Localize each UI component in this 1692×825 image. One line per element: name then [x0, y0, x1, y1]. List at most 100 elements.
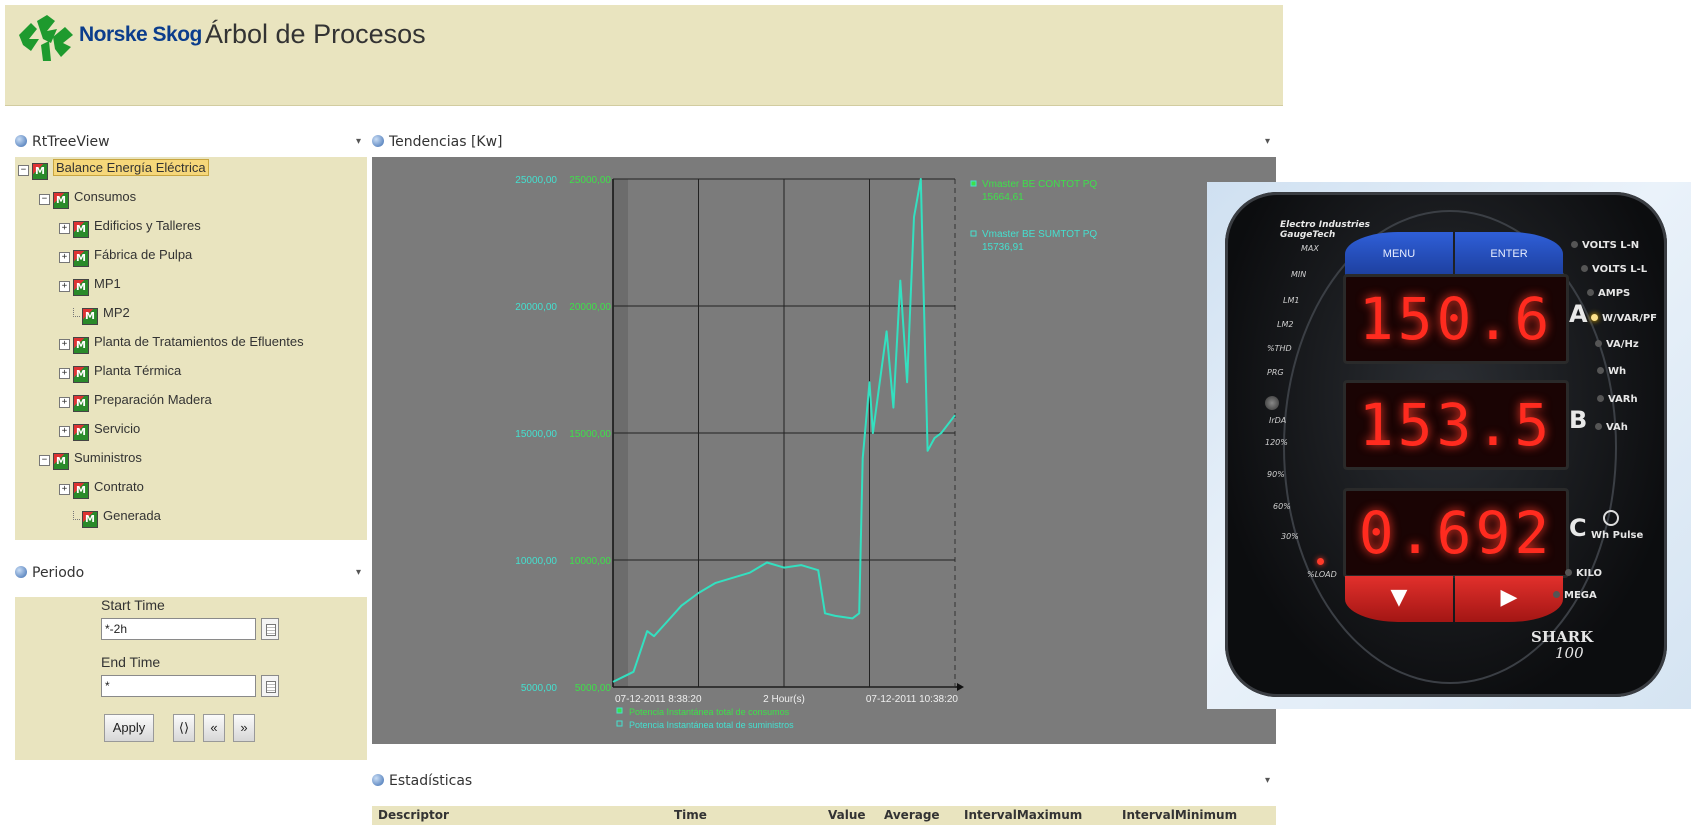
col-time[interactable]: Time [674, 806, 707, 825]
down-button[interactable]: ▼ [1345, 576, 1453, 622]
tree-toggle-icon[interactable]: + [59, 397, 70, 408]
left-label-load: %LOAD [1307, 570, 1337, 579]
tree-node-icon: M [73, 395, 89, 412]
tree-item-label: Consumos [74, 189, 137, 204]
tree-item-label: Servicio [94, 421, 141, 436]
cycle-period-button[interactable]: ⟨⟩ [173, 714, 195, 742]
tree-panel: − M Balance Energía Eléctrica − M Consumos +… [15, 157, 367, 540]
col-value[interactable]: Value [828, 806, 866, 825]
period-back-button[interactable]: « [203, 714, 225, 742]
tree-item-suministros[interactable]: − M Suministros [39, 447, 142, 470]
tree-item-generada[interactable]: M Generada [73, 505, 161, 528]
tree-node-icon: M [32, 163, 48, 180]
x-start-label: 07-12-2011 8:38:20 [615, 694, 702, 705]
tree-item-balance[interactable]: − M Balance Energía Eléctrica [18, 157, 209, 180]
panel-menu-icon[interactable]: ▾ [1265, 770, 1270, 792]
panel-globe-icon [372, 135, 384, 147]
legend-value: 15664,61 [982, 192, 1024, 203]
brand-name: Norske Skog [79, 23, 202, 46]
left-label-max: MAX [1301, 244, 1319, 253]
legend-tag-swatch [970, 230, 977, 237]
trend-chart[interactable]: 25000,00 25000,00 20000,00 20000,00 15000,00… [372, 157, 1276, 744]
led-icon [1597, 367, 1604, 374]
tree-panel-title: RtTreeView [32, 134, 110, 150]
apply-button[interactable]: Apply [104, 714, 154, 742]
tree-item-preparacion-madera[interactable]: + M Preparación Madera [59, 389, 212, 412]
page-title: Árbol de Procesos [205, 19, 426, 49]
tree-item-label: MP2 [103, 305, 130, 320]
period-forward-button[interactable]: » [233, 714, 255, 742]
panel-globe-icon [15, 566, 27, 578]
tree-item-mp2[interactable]: M MP2 [73, 302, 130, 325]
y-tick-label-secondary: 5000,00 [575, 683, 612, 694]
panel-menu-icon[interactable]: ▾ [356, 562, 361, 584]
tree-item-contrato[interactable]: + M Contrato [59, 476, 144, 499]
legend-series-name: Potencia Instantánea total de consumos [629, 707, 790, 717]
col-interval-minimum[interactable]: IntervalMinimum [1122, 806, 1237, 825]
legend-swatch [616, 707, 623, 714]
y-tick-label-secondary: 15000,00 [569, 429, 611, 440]
col-descriptor[interactable]: Descriptor [378, 806, 449, 825]
panel-menu-icon[interactable]: ▾ [356, 131, 361, 153]
tree-toggle-icon[interactable]: − [18, 165, 29, 176]
tree-toggle-icon[interactable]: + [59, 426, 70, 437]
y-tick-label: 15000,00 [515, 429, 557, 440]
stats-panel-header: Estadísticas ▾ [372, 770, 1276, 792]
panel-menu-icon[interactable]: ▾ [1265, 131, 1270, 153]
left-label-thd: %THD [1267, 344, 1292, 353]
period-panel-title: Periodo [32, 565, 85, 581]
start-time-label: Start Time [101, 597, 165, 613]
mode-va-hz: VA/Hz [1595, 339, 1639, 350]
start-calendar-icon[interactable] [261, 618, 279, 640]
mode-volts-ln: VOLTS L-N [1571, 240, 1639, 251]
y-tick-label: 20000,00 [515, 302, 557, 313]
tree-toggle-icon[interactable]: + [59, 368, 70, 379]
tree-item-servicio[interactable]: + M Servicio [59, 418, 141, 441]
right-button[interactable]: ▶ [1455, 576, 1563, 622]
panel-globe-icon [372, 774, 384, 786]
tree-toggle-icon[interactable]: + [59, 223, 70, 234]
menu-button[interactable]: MENU [1345, 232, 1453, 276]
led-icon [1595, 423, 1602, 430]
tree-item-mp1[interactable]: + M MP1 [59, 273, 121, 296]
tree-toggle-icon[interactable]: + [59, 484, 70, 495]
tree-item-label: Balance Energía Eléctrica [53, 159, 209, 176]
tree-toggle-icon[interactable]: − [39, 194, 50, 205]
legend-tag-swatch [970, 180, 977, 187]
y-tick-label-secondary: 25000,00 [569, 175, 611, 186]
mode-w-var-pf: W/VAR/PF [1591, 313, 1657, 324]
display-a: 150.6 [1343, 274, 1569, 364]
left-label-prg: PRG [1267, 368, 1284, 377]
end-time-input[interactable]: * [101, 675, 256, 697]
tree-node-icon: M [53, 192, 69, 209]
model-number: 100 [1555, 644, 1584, 662]
mode-wh: Wh [1597, 366, 1626, 377]
col-interval-maximum[interactable]: IntervalMaximum [964, 806, 1082, 825]
left-label-120: 120% [1265, 438, 1288, 447]
tree-item-planta-efluentes[interactable]: + M Planta de Tratamientos de Efluentes [59, 331, 304, 354]
led-icon [1571, 241, 1578, 248]
meter-brand: Electro Industries GaugeTech [1280, 220, 1370, 240]
enter-button[interactable]: ENTER [1455, 232, 1563, 276]
tree-node-icon: M [73, 424, 89, 441]
tree-item-consumos[interactable]: − M Consumos [39, 186, 137, 209]
end-calendar-icon[interactable] [261, 675, 279, 697]
start-time-input[interactable]: *-2h [101, 618, 256, 640]
tree-toggle-icon[interactable]: + [59, 252, 70, 263]
x-axis-arrow [957, 683, 964, 691]
mode-vah: VAh [1595, 422, 1628, 433]
x-span-label: 2 Hour(s) [763, 694, 805, 705]
tree-toggle-icon[interactable]: + [59, 339, 70, 350]
tree-node-icon: M [73, 279, 89, 296]
legend-value: 15736,91 [982, 242, 1024, 253]
tree-item-fabrica-pulpa[interactable]: + M Fábrica de Pulpa [59, 244, 192, 267]
tree-toggle-icon[interactable]: − [39, 455, 50, 466]
mode-amps: AMPS [1587, 288, 1630, 299]
tree-item-edificios[interactable]: + M Edificios y Talleres [59, 215, 201, 238]
tree-toggle-icon[interactable]: + [59, 281, 70, 292]
tree-item-label: Edificios y Talleres [94, 218, 201, 233]
tree-item-planta-termica[interactable]: + M Planta Térmica [59, 360, 181, 383]
y-tick-label-secondary: 20000,00 [569, 302, 611, 313]
tree-node-icon: M [82, 511, 98, 528]
col-average[interactable]: Average [884, 806, 940, 825]
